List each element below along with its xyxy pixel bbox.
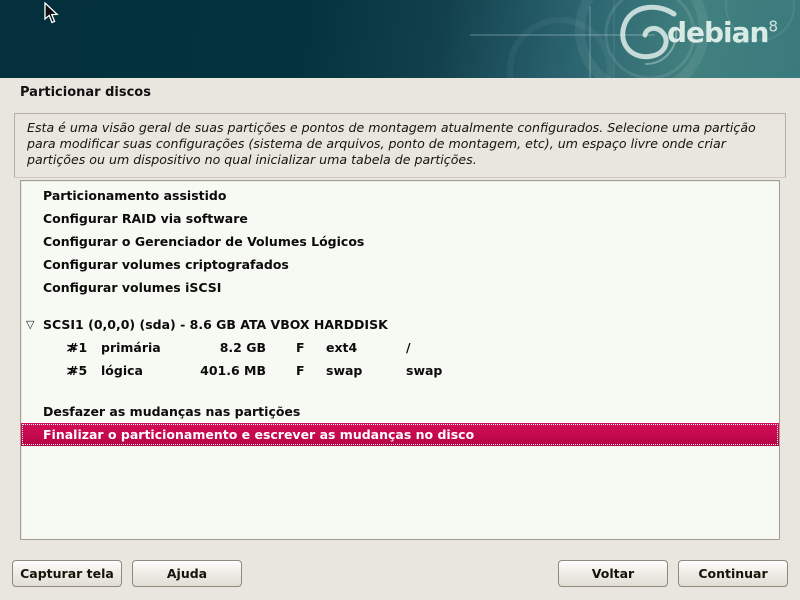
left-button-group: Capturar tela Ajuda <box>12 560 242 590</box>
debian-version: 8 <box>768 18 778 36</box>
disk-label: SCSI1 (0,0,0) (sda) - 8.6 GB ATA VBOX HA… <box>43 317 388 332</box>
partition-size: 8.2 GB <box>186 340 266 355</box>
continue-button[interactable]: Continuar <box>678 560 788 587</box>
right-button-group: Voltar Continuar <box>558 560 788 590</box>
partition-format-flag: F <box>296 363 326 378</box>
help-button[interactable]: Ajuda <box>132 560 242 587</box>
screenshot-button[interactable]: Capturar tela <box>12 560 122 587</box>
list-item-configure-raid[interactable]: Configurar RAID via software <box>21 207 779 230</box>
partition-mountpoint: swap <box>406 363 442 378</box>
partition-list: Particionamento assistido Configurar RAI… <box>20 180 780 540</box>
back-button[interactable]: Voltar <box>558 560 668 587</box>
debian-logo: debian8 <box>667 16 778 49</box>
partition-format-flag: F <box>296 340 326 355</box>
list-spacer <box>21 382 779 400</box>
list-spacer <box>21 299 779 313</box>
intro-text-box: Esta é uma visão geral de suas partições… <box>14 113 786 178</box>
intro-text: Esta é uma visão geral de suas partições… <box>27 120 756 167</box>
button-bar: Capturar tela Ajuda Voltar Continuar <box>0 560 800 590</box>
partition-type: primária <box>101 340 186 355</box>
partition-filesystem: ext4 <box>326 340 406 355</box>
list-item-undo-changes[interactable]: Desfazer as mudanças nas partições <box>21 400 779 423</box>
list-item-partition-1[interactable]: > #1 primária 8.2 GB F ext4 / <box>21 336 779 359</box>
partition-mountpoint: / <box>406 340 411 355</box>
list-item-finish-partitioning[interactable]: Finalizar o particionamento e escrever a… <box>21 423 779 446</box>
list-item-disk-sda[interactable]: ▽ SCSI1 (0,0,0) (sda) - 8.6 GB ATA VBOX … <box>21 313 779 336</box>
partition-number: #5 <box>68 363 101 378</box>
list-item-partition-5[interactable]: > #5 lógica 401.6 MB F swap swap <box>21 359 779 382</box>
page-title: Particionar discos <box>20 85 151 100</box>
partition-filesystem: swap <box>326 363 406 378</box>
list-item-configure-lvm[interactable]: Configurar o Gerenciador de Volumes Lógi… <box>21 230 779 253</box>
partition-type: lógica <box>101 363 186 378</box>
list-item-configure-encrypted[interactable]: Configurar volumes criptografados <box>21 253 779 276</box>
list-item-configure-iscsi[interactable]: Configurar volumes iSCSI <box>21 276 779 299</box>
partition-size: 401.6 MB <box>186 363 266 378</box>
partition-number: #1 <box>68 340 101 355</box>
debian-logo-text: debian <box>667 16 769 49</box>
expander-down-icon[interactable]: ▽ <box>26 318 43 331</box>
installer-banner: debian8 <box>0 0 800 78</box>
partition-marker-icon: > <box>21 340 68 355</box>
list-item-guided-partitioning[interactable]: Particionamento assistido <box>21 184 779 207</box>
mouse-cursor-icon <box>44 2 59 24</box>
partition-marker-icon: > <box>21 363 68 378</box>
